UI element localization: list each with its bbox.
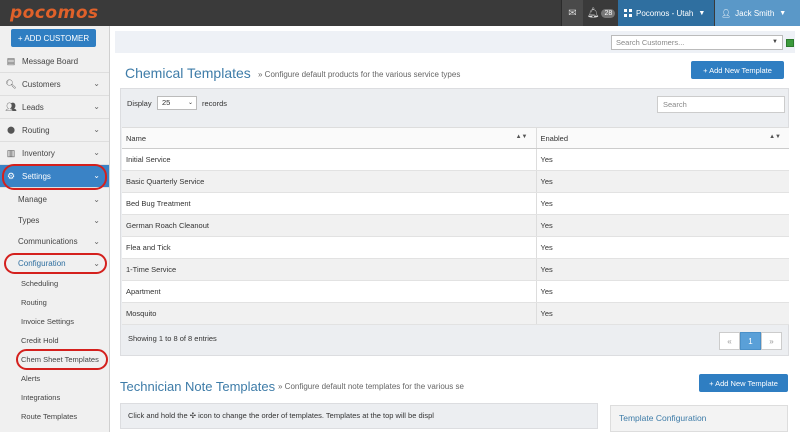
- column-header-name[interactable]: Name ▲▼: [122, 127, 537, 149]
- sidebar-config-alerts[interactable]: Alerts: [0, 369, 109, 388]
- table-row[interactable]: German Roach Cleanout Yes: [122, 214, 789, 237]
- notification-count-badge: 28: [601, 8, 616, 18]
- message-board-icon: ▤: [6, 55, 16, 66]
- sidebar-item-label: Inventory: [22, 148, 55, 158]
- app-logo[interactable]: pocomos: [10, 3, 99, 23]
- showing-entries-text: Showing 1 to 8 of 8 entries: [128, 334, 217, 343]
- sidebar-item-leads[interactable]: 👥︎ Leads ⌄: [0, 96, 109, 119]
- records-per-page-value: 25: [162, 98, 171, 107]
- notifications-button[interactable]: 🔔︎ 28: [584, 0, 618, 26]
- caret-down-icon: ▼: [779, 9, 787, 17]
- green-check-icon[interactable]: [786, 39, 794, 47]
- sidebar-config-route-templates[interactable]: Route Templates: [0, 407, 109, 426]
- chemical-templates-panel: Display 25 ⌄ records Search Name ▲▼ Enab…: [120, 88, 789, 356]
- table-row[interactable]: Flea and Tick Yes: [122, 236, 789, 259]
- sidebar-config-scheduling[interactable]: Scheduling: [0, 274, 109, 293]
- map-pin-icon: ⬤: [7, 127, 15, 134]
- sidebar-config-routing[interactable]: Routing: [0, 293, 109, 312]
- table-row[interactable]: Initial Service Yes: [122, 148, 789, 171]
- table-row[interactable]: Basic Quarterly Service Yes: [122, 170, 789, 193]
- section-subtitle-technician-notes: » Configure default note templates for t…: [278, 382, 464, 391]
- add-new-chemical-template-button[interactable]: + Add New Template: [691, 61, 784, 79]
- section-title-technician-notes: Technician Note Templates: [120, 379, 276, 394]
- sidebar-item-label: Types: [18, 216, 40, 225]
- search-placeholder: Search Customers...: [616, 38, 685, 47]
- pagination-next-button[interactable]: »: [761, 332, 782, 350]
- table-row[interactable]: Bed Bug Treatment Yes: [122, 192, 789, 215]
- sort-icon: ▲▼: [769, 134, 781, 140]
- pagination-prev-button[interactable]: «: [719, 332, 740, 350]
- user-icon: 👤︎: [721, 8, 732, 18]
- sidebar-config-integrations[interactable]: Integrations: [0, 388, 109, 407]
- branch-selector[interactable]: Pocomos - Utah ▼: [618, 0, 714, 26]
- display-label: Display: [127, 99, 152, 108]
- branch-label: Pocomos - Utah: [636, 8, 694, 18]
- top-bar: pocomos ✉ 🔔︎ 28 Pocomos - Utah ▼ 👤︎ Jack…: [0, 0, 800, 26]
- sidebar-item-inventory[interactable]: ▥ Inventory ⌄: [0, 142, 109, 165]
- chevron-down-icon: ⌄: [93, 79, 100, 88]
- sidebar-sub-types[interactable]: Types ⌄: [0, 210, 109, 231]
- caret-down-icon: ▼: [698, 9, 706, 17]
- sidebar-config-credit-hold[interactable]: Credit Hold: [0, 331, 109, 350]
- user-name: Jack Smith: [735, 8, 775, 18]
- pagination-page-1[interactable]: 1: [740, 332, 761, 350]
- chemical-templates-table: Name ▲▼ Enabled ▲▼ Initial Service Yes Ba…: [122, 127, 789, 325]
- sidebar-item-message-board[interactable]: ▤ Message Board: [0, 50, 109, 73]
- bell-icon: 🔔︎: [586, 7, 600, 19]
- table-row[interactable]: 1-Time Service Yes: [122, 258, 789, 281]
- sidebar-item-customers[interactable]: 🔍︎ Customers ⌄: [0, 73, 109, 96]
- page-subtitle: » Configure default products for the var…: [258, 70, 461, 79]
- user-menu[interactable]: 👤︎ Jack Smith ▼: [715, 0, 800, 26]
- dropdown-arrow-icon: ▼: [772, 39, 778, 45]
- sort-icon: ▲▼: [515, 134, 528, 140]
- sidebar-item-label: Customers: [22, 79, 61, 89]
- main-content: Search Customers... ▼ Chemical Templates…: [110, 26, 800, 432]
- chevron-down-icon: ⌄: [187, 100, 193, 106]
- sidebar-item-routing[interactable]: ⬤ Routing ⌄: [0, 119, 109, 142]
- table-row[interactable]: Mosquito Yes: [122, 302, 789, 325]
- sidebar-item-label: Message Board: [22, 56, 79, 66]
- chevron-down-icon: ⌄: [93, 125, 100, 134]
- sidebar-item-label: Communications: [18, 237, 78, 246]
- add-new-note-template-button[interactable]: + Add New Template: [699, 374, 788, 392]
- page-title: Chemical Templates: [125, 65, 251, 81]
- sidebar-item-label: Routing: [22, 125, 50, 135]
- search-icon: 🔍︎: [5, 78, 17, 89]
- search-strip: Search Customers... ▼: [115, 31, 795, 53]
- table-search-input[interactable]: Search: [657, 96, 785, 113]
- records-label: records: [202, 99, 228, 108]
- reorder-info-text: Click and hold the ✣ icon to change the …: [120, 403, 598, 429]
- template-configuration-panel[interactable]: Template Configuration: [610, 405, 788, 432]
- sidebar: + ADD CUSTOMER ▤ Message Board 🔍︎ Custom…: [0, 26, 110, 432]
- chevron-down-icon: ⌄: [93, 195, 100, 204]
- records-per-page-select[interactable]: 25 ⌄: [157, 96, 197, 110]
- table-row[interactable]: Apartment Yes: [122, 280, 789, 303]
- users-icon: 👥︎: [5, 101, 17, 112]
- sidebar-item-label: Manage: [18, 195, 47, 204]
- column-header-enabled[interactable]: Enabled ▲▼: [536, 127, 789, 149]
- highlight-circle-settings: [2, 164, 107, 190]
- sidebar-sub-manage[interactable]: Manage ⌄: [0, 189, 109, 210]
- chat-icon[interactable]: ✉: [561, 0, 583, 26]
- sidebar-sub-communications[interactable]: Communications ⌄: [0, 231, 109, 252]
- highlight-circle-chem-sheet-templates: [16, 349, 108, 370]
- sidebar-config-invoice-settings[interactable]: Invoice Settings: [0, 312, 109, 331]
- pagination: « 1 »: [719, 332, 782, 350]
- chevron-down-icon: ⌄: [93, 216, 100, 225]
- barcode-icon: ▥: [6, 147, 16, 158]
- sidebar-item-label: Leads: [22, 102, 44, 112]
- chevron-down-icon: ⌄: [93, 237, 100, 246]
- add-customer-button[interactable]: + ADD CUSTOMER: [11, 29, 96, 47]
- search-customers-input[interactable]: Search Customers... ▼: [611, 35, 783, 50]
- highlight-circle-configuration: [4, 253, 107, 274]
- grid-icon: [624, 9, 632, 17]
- chevron-down-icon: ⌄: [93, 148, 100, 157]
- chevron-down-icon: ⌄: [93, 102, 100, 111]
